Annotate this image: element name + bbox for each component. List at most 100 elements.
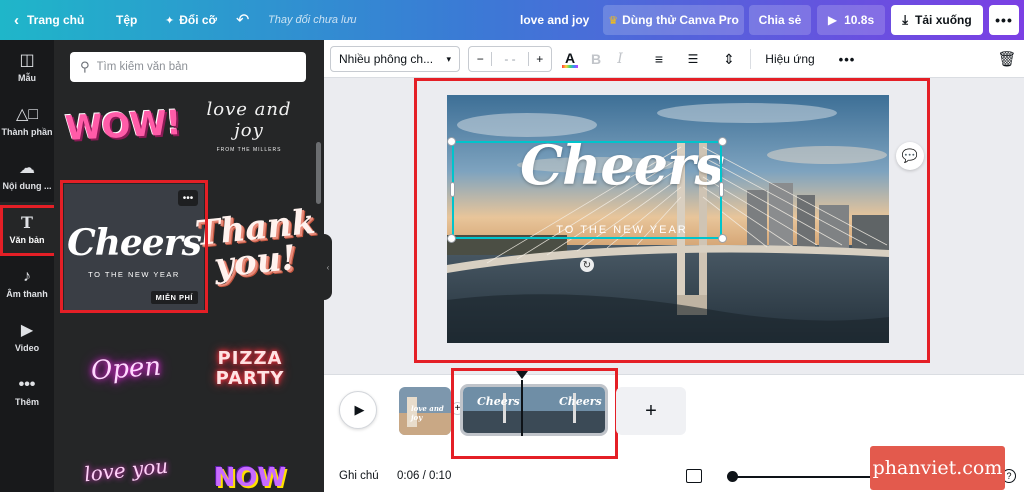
duration-label: 10.8s	[844, 13, 875, 27]
rail-item-audio[interactable]: ♪ Âm thanh	[0, 256, 54, 310]
rail-item-templates[interactable]: ◫ Mẫu	[0, 40, 54, 94]
tile-text: NOW	[213, 463, 287, 492]
watermark-logo: phanviet.com	[870, 446, 1005, 490]
crown-icon: ♛	[608, 14, 619, 27]
rail-item-video[interactable]: ▶ Video	[0, 310, 54, 364]
video-icon: ▶	[20, 321, 34, 339]
highlight-cheers-template	[60, 180, 208, 313]
text-template-open[interactable]: Open	[76, 330, 176, 408]
text-color-button[interactable]: A	[560, 46, 580, 72]
resize-handle-bottom-right[interactable]	[718, 234, 727, 243]
resize-handle-left[interactable]	[450, 182, 455, 197]
resize-handle-top-left[interactable]	[447, 137, 456, 146]
rail-label: Thêm	[14, 396, 39, 407]
tile-text-2: you!	[212, 237, 298, 287]
chevron-down-icon: ▾	[446, 53, 451, 64]
resize-handle-top-right[interactable]	[718, 137, 727, 146]
panel-scrollbar[interactable]	[316, 142, 321, 204]
increase-size-button[interactable]: +	[527, 52, 551, 66]
italic-icon[interactable]: I	[610, 46, 630, 72]
plus-icon: +	[645, 399, 657, 422]
template-icon: ◫	[19, 51, 35, 69]
text-color-icon: A	[564, 49, 576, 66]
top-bar: ‹ Trang chủ Tệp ✦ Đổi cỡ ↶ Thay đổi chưa…	[0, 0, 1024, 40]
bold-icon[interactable]: B	[586, 46, 606, 72]
color-rainbow-bar	[562, 64, 578, 68]
more-options-icon[interactable]: •••	[834, 46, 860, 72]
text-template-pizza-party[interactable]: PIZZA PARTY	[200, 330, 300, 408]
font-size-value[interactable]: - -	[492, 52, 527, 66]
more-icon: •••	[18, 375, 36, 393]
text-template-love-you[interactable]: love you	[76, 440, 176, 492]
text-selection-box[interactable]	[452, 141, 722, 239]
rotate-icon[interactable]: ↻	[580, 258, 594, 272]
rail-label: Nội dung ...	[2, 180, 52, 191]
resize-handle-bottom-left[interactable]	[447, 234, 456, 243]
rail-label: Thành phần	[1, 126, 53, 137]
timeline-thumb-2[interactable]: Cheers Cheers	[460, 384, 608, 436]
decrease-size-button[interactable]: −	[469, 52, 493, 66]
download-button[interactable]: ⤓ Tải xuống	[891, 5, 983, 35]
document-title[interactable]: love and joy	[520, 0, 589, 40]
rail-item-more[interactable]: ••• Thêm	[0, 364, 54, 418]
comment-icon[interactable]: 💬	[896, 142, 924, 170]
resize-label: Đổi cỡ	[179, 13, 218, 27]
font-family-dropdown[interactable]: Nhiều phông ch... ▾	[330, 46, 460, 72]
tile-text: Open	[89, 351, 163, 387]
elements-icon: △□	[16, 105, 38, 123]
add-page-button[interactable]: +	[616, 387, 686, 435]
download-label: Tải xuống	[915, 13, 972, 27]
play-duration-button[interactable]: ▶ 10.8s	[817, 5, 885, 35]
resize-button[interactable]: ✦ Đổi cỡ	[165, 0, 217, 40]
search-input[interactable]	[96, 61, 287, 73]
editor-toolbar: Nhiều phông ch... ▾ − - - + A B I ≡ ☰ ⇕ …	[324, 40, 1024, 78]
thumb-text-2: Cheers	[559, 395, 602, 408]
more-options-button[interactable]: •••	[989, 5, 1019, 35]
text-template-love-and-joy[interactable]: love and joy FROM THE MILLERS	[194, 92, 304, 160]
trash-icon[interactable]: 🗑	[996, 46, 1018, 72]
resize-handle-right[interactable]	[719, 182, 724, 197]
tile-text: love and joy	[206, 99, 292, 141]
highlight-text-rail	[0, 205, 57, 256]
rail-item-uploads[interactable]: ☁ Nội dung ...	[0, 148, 54, 202]
chevron-left-icon: ‹	[14, 11, 19, 29]
chevron-left-icon: ‹	[326, 262, 330, 272]
tile-text: love you	[82, 453, 170, 487]
undo-icon[interactable]: ↶	[236, 0, 249, 40]
tile-text: PIZZA	[217, 348, 283, 369]
search-icon: ⚲	[80, 59, 90, 74]
tile-subtext: FROM THE MILLERS	[216, 147, 282, 153]
home-button[interactable]: ‹ Trang chủ	[14, 0, 84, 40]
zoom-slider-track[interactable]	[732, 476, 872, 478]
zoom-slider-knob[interactable]	[727, 471, 738, 482]
list-icon[interactable]: ☰	[682, 46, 704, 72]
text-template-wow[interactable]: WOW!	[64, 92, 181, 160]
effects-button[interactable]: Hiệu ứng	[760, 46, 820, 72]
search-box[interactable]: ⚲	[70, 52, 306, 82]
line-spacing-icon[interactable]: ⇕	[718, 46, 740, 72]
share-button[interactable]: Chia sẻ	[749, 5, 811, 35]
sparkle-icon: ✦	[165, 14, 175, 27]
try-pro-label: Dùng thử Canva Pro	[622, 13, 739, 27]
tile-text-2: PARTY	[215, 368, 285, 389]
text-template-thank-you[interactable]: Thank you!	[193, 190, 317, 300]
align-center-icon[interactable]: ≡	[648, 46, 670, 72]
collapse-panel-handle[interactable]: ‹	[324, 234, 332, 300]
font-size-stepper[interactable]: − - - +	[468, 46, 552, 72]
file-menu[interactable]: Tệp	[116, 0, 137, 40]
try-pro-button[interactable]: ♛ Dùng thử Canva Pro	[603, 5, 744, 35]
text-template-now[interactable]: NOW	[200, 448, 300, 492]
rail-item-elements[interactable]: △□ Thành phần	[0, 94, 54, 148]
timeline-play-button[interactable]: ▶	[339, 391, 377, 429]
audio-icon: ♪	[23, 267, 31, 285]
playhead-line[interactable]	[521, 380, 523, 436]
notes-button[interactable]: Ghi chú	[339, 470, 379, 482]
timeline-thumb-1[interactable]: love and joy	[399, 387, 451, 435]
home-label: Trang chủ	[27, 13, 85, 27]
rail-label: Mẫu	[18, 72, 36, 83]
rail-label: Âm thanh	[6, 288, 48, 299]
grid-view-icon[interactable]	[686, 469, 702, 483]
thumb-text: Cheers	[477, 395, 520, 408]
playhead-marker[interactable]	[516, 371, 528, 379]
download-icon: ⤓	[902, 12, 909, 27]
